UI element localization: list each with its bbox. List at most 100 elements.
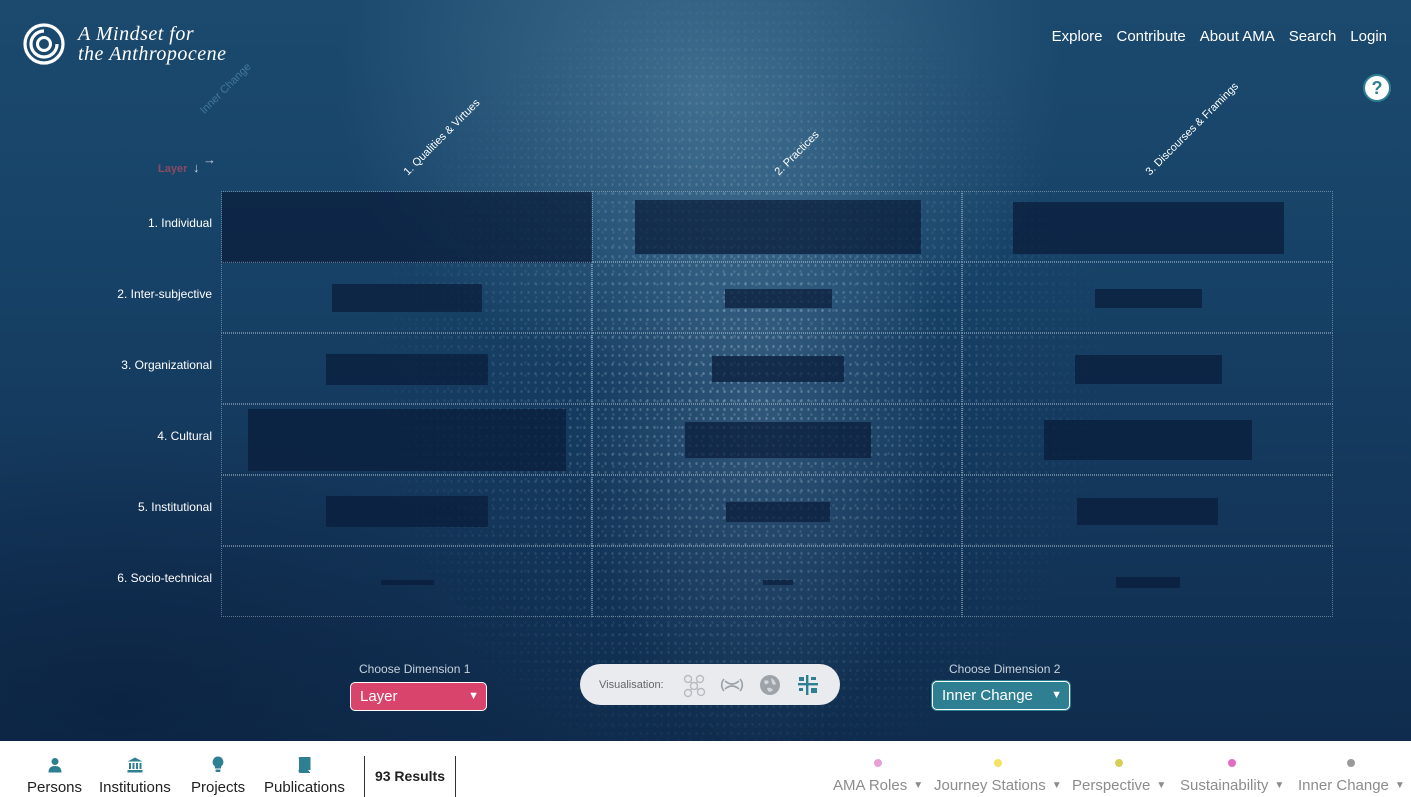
matrix-bar[interactable] [248,409,566,471]
dimension-2-select[interactable]: Inner Change ▼ [932,681,1070,710]
arrow-right-icon: → [203,152,216,167]
matrix-bar[interactable] [326,354,488,385]
matrix-cell[interactable] [591,404,963,475]
matrix-cell[interactable] [962,475,1333,546]
chevron-down-icon: ▼ [913,780,924,791]
chevron-down-icon: ▼ [1051,689,1062,701]
results-count: 93 Results [364,756,456,797]
chevron-down-icon: ▼ [1394,780,1405,791]
tab-institutions[interactable]: Institutions [99,753,171,796]
matrix-bar[interactable] [634,200,921,254]
matrix-bar[interactable] [711,356,844,382]
matrix-icon[interactable] [794,671,822,699]
matrix-bar[interactable] [1075,355,1223,384]
matrix-cell[interactable] [221,475,592,546]
filter-journey-stations[interactable]: Journey Stations ▼ [934,759,1062,794]
tab-institutions-label: Institutions [99,779,171,796]
dimension-1-value: Layer [360,688,398,705]
visualisation-label: Visualisation: [599,678,664,691]
nav-contribute[interactable]: Contribute [1117,28,1186,45]
footer-bar: Persons Institutions Projects Publicatio… [0,741,1411,797]
matrix-bar[interactable] [1116,577,1181,588]
matrix-bar[interactable] [684,422,871,458]
filter-dot [874,759,883,767]
tab-publications[interactable]: Publications [264,753,345,796]
row-header-3[interactable]: 3. Organizational [121,358,212,372]
matrix-bar[interactable] [1013,202,1285,254]
row-header-5[interactable]: 5. Institutional [138,500,212,514]
tab-publications-label: Publications [264,779,345,796]
book-icon [298,753,311,773]
matrix-bar[interactable] [1077,498,1219,525]
matrix-cell[interactable] [962,546,1333,617]
visualisation-switcher: Visualisation: [580,664,840,705]
tab-projects[interactable]: Projects [191,753,245,796]
person-icon [48,753,62,773]
chevron-down-icon: ▼ [1156,780,1167,791]
matrix-bar[interactable] [1044,420,1253,460]
filter-perspective[interactable]: Perspective ▼ [1072,759,1166,794]
logo-icon [23,23,65,65]
filter-sustainability[interactable]: Sustainability ▼ [1180,759,1284,794]
matrix-cell[interactable] [221,404,592,475]
matrix-cell[interactable] [221,191,592,263]
matrix-bar[interactable] [762,580,793,585]
matrix-bar[interactable] [725,502,830,522]
chevron-down-icon: ▼ [1274,780,1285,791]
matrix-bar[interactable] [1095,289,1203,308]
matrix-cell[interactable] [221,262,592,333]
filter-ama-roles[interactable]: AMA Roles ▼ [833,759,923,794]
matrix-bar[interactable] [222,192,592,263]
top-navigation: Explore Contribute About AMA Search Logi… [1052,28,1387,45]
help-icon: ? [1371,78,1383,98]
filter-dot [1347,759,1356,767]
dimension-1-select[interactable]: Layer ▼ [350,682,487,711]
matrix-cell[interactable] [962,404,1333,475]
globe-icon[interactable] [756,671,784,699]
tab-persons-label: Persons [27,779,83,796]
matrix-cell[interactable] [591,262,963,333]
chord-icon[interactable] [718,671,746,699]
row-header-4[interactable]: 4. Cultural [157,429,212,443]
filter-dot [993,759,1002,767]
filter-sustainability-label: Sustainability [1180,777,1269,794]
filter-dot [1115,759,1124,767]
arrow-down-icon: ↓ [193,160,200,175]
row-header-6[interactable]: 6. Socio-technical [117,571,212,585]
network-icon[interactable] [680,671,708,699]
matrix-cell[interactable] [962,262,1333,333]
filter-ama-roles-label: AMA Roles [833,777,908,794]
institution-icon [127,753,143,773]
matrix-cell[interactable] [591,333,963,404]
matrix-bar[interactable] [724,289,832,308]
row-header-2[interactable]: 2. Inter-subjective [117,287,212,301]
matrix-cell[interactable] [591,191,963,262]
dimension-2-label: Choose Dimension 2 [949,662,1061,676]
filter-journey-stations-label: Journey Stations [934,777,1046,794]
matrix-grid [221,191,1333,617]
matrix-cell[interactable] [962,333,1333,404]
tab-persons[interactable]: Persons [27,753,82,796]
dimension-1-label: Choose Dimension 1 [359,662,471,676]
matrix-cell[interactable] [591,546,963,617]
nav-about[interactable]: About AMA [1200,28,1275,45]
nav-login[interactable]: Login [1350,28,1387,45]
logo-line-1: A Mindset for [78,23,195,45]
row-axis-label: Layer [158,163,188,175]
help-button[interactable]: ? [1363,74,1391,102]
logo-line-2: the Anthropocene [78,43,227,65]
matrix-cell[interactable] [962,191,1333,262]
row-header-1[interactable]: 1. Individual [148,216,212,230]
filter-inner-change[interactable]: Inner Change ▼ [1298,759,1405,794]
matrix-cell[interactable] [221,546,592,617]
matrix-bar[interactable] [326,496,488,527]
chevron-down-icon: ▼ [1051,780,1062,791]
matrix-bar[interactable] [332,284,482,312]
matrix-cell[interactable] [221,333,592,404]
site-logo[interactable]: A Mindset for the Anthropocene [22,22,227,66]
bulb-icon [212,753,224,773]
nav-explore[interactable]: Explore [1052,28,1103,45]
nav-search[interactable]: Search [1289,28,1337,45]
matrix-cell[interactable] [591,475,963,546]
matrix-bar[interactable] [381,580,434,585]
